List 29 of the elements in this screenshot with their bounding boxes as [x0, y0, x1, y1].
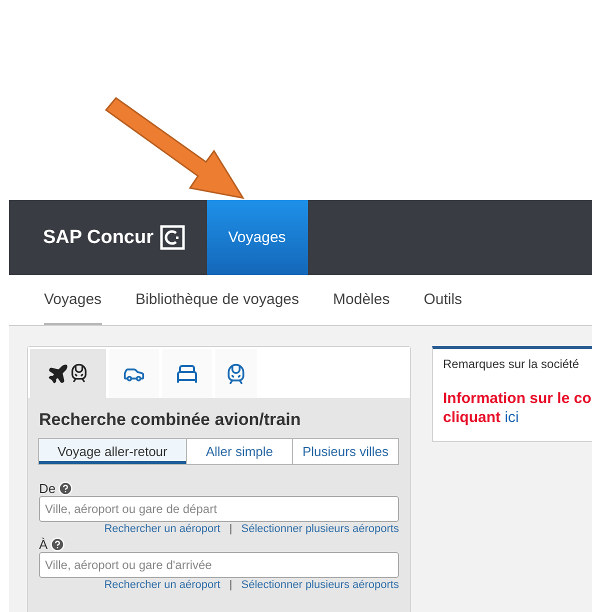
trip-type-button[interactable]: Voyage aller-retour: [38, 438, 187, 465]
field-label: De: [39, 481, 56, 496]
location-field[interactable]: Ville, aéroport ou gare de départ: [39, 496, 399, 522]
mode-tab[interactable]: [30, 349, 106, 398]
help-icon[interactable]: [50, 537, 65, 552]
logo-icon: [160, 225, 185, 250]
train-icon: [225, 362, 247, 384]
subnav-tab[interactable]: Modèles: [333, 275, 390, 325]
location-field[interactable]: Ville, aéroport ou gare d'arrivée: [39, 552, 399, 578]
subnav-tab[interactable]: Voyages: [44, 275, 102, 325]
notes-message: Information sur le co cliquant ici: [443, 389, 592, 427]
logo: SAP Concur: [43, 226, 154, 248]
search-airport-link[interactable]: Rechercher un aéroport: [104, 523, 220, 535]
subnav-tab[interactable]: Outils: [424, 275, 462, 325]
select-airports-link[interactable]: Sélectionner plusieurs aéroports: [241, 579, 399, 591]
trip-type-button[interactable]: Plusieurs villes: [292, 438, 399, 465]
here-link[interactable]: ici: [504, 409, 519, 426]
help-icon[interactable]: [58, 481, 73, 496]
trip-type-button[interactable]: Aller simple: [186, 438, 293, 465]
subnav-tab[interactable]: Bibliothèque de voyages: [136, 275, 300, 325]
nav-tab[interactable]: Voyages: [206, 200, 308, 275]
select-airports-link[interactable]: Sélectionner plusieurs aéroports: [241, 523, 399, 535]
link-separator: |: [229, 523, 232, 535]
link-separator: |: [229, 579, 232, 591]
plane-train-icon: [47, 362, 89, 384]
search-airport-link[interactable]: Rechercher un aéroport: [104, 579, 220, 591]
field-label: À: [39, 537, 48, 552]
notes-title: Remarques sur la société: [443, 357, 580, 371]
search-title: Recherche combinée avion/train: [39, 410, 302, 430]
